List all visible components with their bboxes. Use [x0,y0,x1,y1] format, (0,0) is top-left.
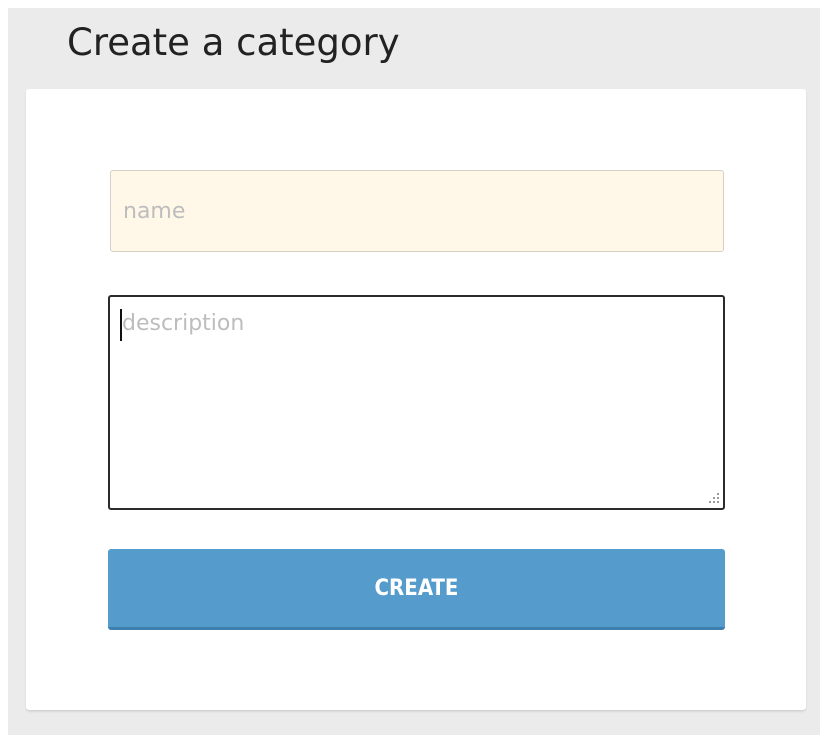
resize-grip-icon[interactable] [705,490,721,506]
page-title: Create a category [67,21,400,64]
description-textarea[interactable] [108,295,725,510]
create-button[interactable]: CREATE [108,549,725,630]
text-cursor [120,309,122,341]
name-input[interactable] [110,170,724,252]
description-field-wrapper [108,295,725,510]
